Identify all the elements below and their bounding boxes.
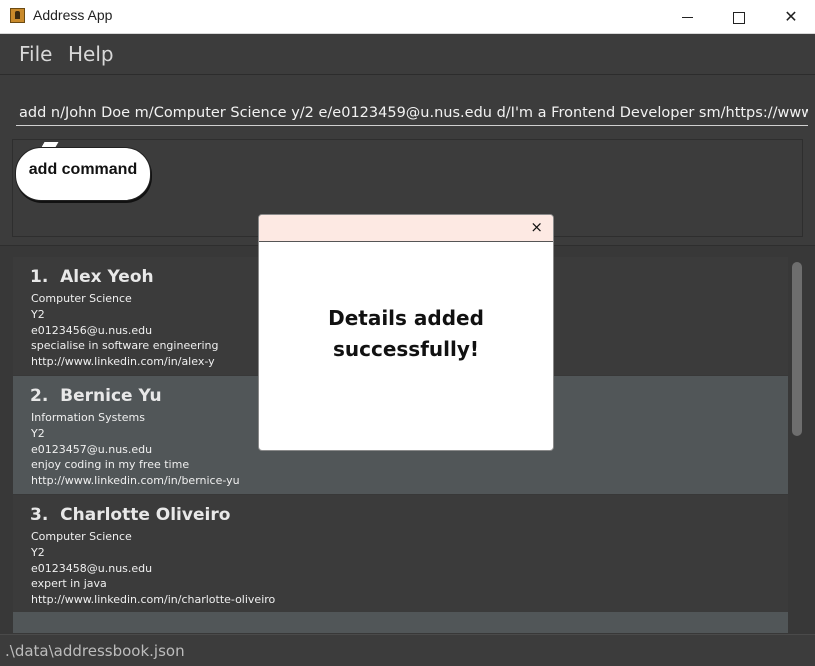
person-name: 3. Charlotte Oliveiro — [30, 505, 231, 525]
menu-file[interactable]: File — [19, 42, 52, 66]
minimize-icon — [681, 17, 693, 18]
person-name: 1. Alex Yeoh — [30, 267, 154, 287]
person-email: e0123457@u.nus.edu — [31, 443, 153, 456]
person-major: Information Systems — [31, 411, 145, 424]
close-window-button[interactable]: ✕ — [768, 0, 814, 33]
person-description: specialise in software engineering — [31, 339, 219, 352]
person-major: Computer Science — [31, 292, 132, 305]
window-title: Address App — [33, 7, 113, 23]
person-year: Y2 — [31, 308, 45, 321]
person-major: Computer Science — [31, 530, 132, 543]
close-icon: ✕ — [784, 7, 798, 26]
person-email: e0123458@u.nus.edu — [31, 562, 153, 575]
menu-bar: File Help — [0, 34, 815, 75]
person-social-link: http://www.linkedin.com/in/charlotte-oli… — [31, 593, 276, 606]
person-description: enjoy coding in my free time — [31, 458, 190, 471]
address-book-app-icon — [10, 8, 25, 23]
popup-header: × — [259, 215, 553, 242]
person-year: Y2 — [31, 546, 45, 559]
person-email: e0123456@u.nus.edu — [31, 324, 153, 337]
person-year: Y2 — [31, 427, 45, 440]
person-description: expert in java — [31, 577, 107, 590]
status-bar: .\data\addressbook.json — [0, 634, 815, 666]
popup-message: Details added successfully! — [328, 306, 484, 361]
command-input[interactable]: add n/John Doe m/Computer Science y/2 e/… — [16, 103, 808, 126]
save-file-path: .\data\addressbook.json — [5, 642, 185, 660]
maximize-button[interactable] — [716, 0, 762, 33]
minimize-button[interactable] — [664, 0, 710, 33]
success-popup: × Details added successfully! — [258, 214, 554, 451]
menu-help[interactable]: Help — [68, 42, 114, 66]
person-card[interactable]: 3. Charlotte Oliveiro Computer Science Y… — [13, 495, 788, 613]
list-scrollbar[interactable] — [792, 262, 802, 436]
person-social-link: http://www.linkedin.com/in/bernice-yu — [31, 474, 240, 487]
maximize-icon — [733, 11, 745, 24]
result-message: add command — [28, 161, 138, 178]
title-bar: Address App ✕ — [0, 0, 815, 34]
popup-close-icon[interactable]: × — [530, 218, 543, 236]
person-card-partial[interactable] — [13, 612, 788, 633]
person-social-link: http://www.linkedin.com/in/alex-y — [31, 355, 215, 368]
person-name: 2. Bernice Yu — [30, 386, 162, 406]
